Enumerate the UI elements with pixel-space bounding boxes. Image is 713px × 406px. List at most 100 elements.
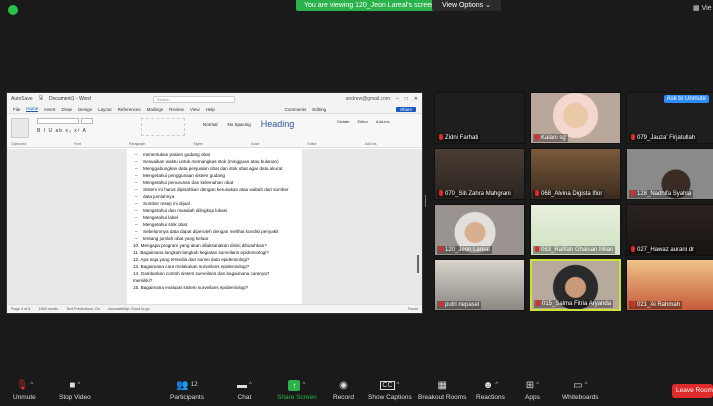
ask-to-unmute-button[interactable]: Ask to Unmute: [663, 95, 709, 103]
document-line: Mengetahui stok obat: [133, 221, 296, 228]
account-name[interactable]: andrew@gmail.com: [346, 96, 390, 102]
participant-tile[interactable]: putri nepasel: [434, 259, 525, 311]
document-line: Mengetahui dan masalah dilingkup lokasi: [133, 207, 296, 214]
participant-tile[interactable]: 063_Rafifah Ghaisan Milan: [530, 204, 621, 256]
font-name-select[interactable]: [37, 118, 79, 124]
participant-tile[interactable]: 120_Jeon Lareal: [434, 204, 525, 256]
style-heading[interactable]: Heading: [261, 119, 295, 129]
participant-tile[interactable]: Ask to Unmute 079_Jauza' Firjatullah: [626, 92, 713, 144]
document-page[interactable]: menentukan pasien gudang obatSesuaikan w…: [127, 149, 302, 305]
mic-muted-icon: [439, 190, 443, 197]
share-screen-icon: ↑: [288, 379, 301, 391]
participant-tile[interactable]: 128_Nadhifa Syahla: [626, 148, 713, 200]
participant-tile[interactable]: 015_Salma Fitria Aryanda: [530, 259, 621, 311]
participants-button[interactable]: 👥 12 Participants: [170, 378, 204, 402]
ribbon-tools: Dictate Editor Add-ins: [337, 119, 389, 124]
whiteboards-button[interactable]: ▭ ^ Whiteboards: [562, 378, 599, 402]
editing-button[interactable]: Editing: [312, 107, 326, 112]
minimize-icon[interactable]: –: [396, 96, 399, 102]
participants-icon: 👥: [176, 379, 189, 391]
menu-home[interactable]: Home: [26, 106, 39, 112]
show-captions-button[interactable]: CC ^ Show Captions: [368, 378, 412, 401]
editor-button[interactable]: Editor: [357, 119, 367, 124]
word-status-bar: Page 4 of 5 1963 words Text Predictions:…: [7, 304, 422, 313]
chevron-up-icon[interactable]: ^: [585, 382, 588, 388]
mic-muted-icon: [631, 301, 635, 308]
view-options-button[interactable]: View Options ⌄: [432, 0, 501, 11]
focus-button[interactable]: Focus: [408, 307, 418, 311]
style-no-spacing[interactable]: No Spacing: [228, 122, 251, 127]
menu-insert[interactable]: Insert: [44, 107, 55, 112]
chevron-up-icon[interactable]: ^: [302, 382, 305, 388]
apps-button[interactable]: ⊞ ^ Apps: [525, 378, 540, 402]
word-share-button[interactable]: Share: [395, 106, 416, 112]
mic-muted-icon: [439, 301, 443, 308]
participant-name: 021_Ai Rahmah: [629, 301, 683, 309]
chevron-up-icon[interactable]: ^: [77, 382, 80, 388]
view-button[interactable]: ▦ Vie: [693, 4, 712, 12]
breakout-rooms-button[interactable]: ▦ Breakout Rooms: [418, 378, 466, 402]
document-line: Sumber resep ini dijual: [133, 200, 296, 207]
meeting-toolbar: 🎙 ^ Unmute ■ ^ Stop Video 👥 12 Participants…: [0, 372, 713, 406]
record-button[interactable]: ◉ Record: [333, 378, 354, 402]
mic-muted-icon: [535, 246, 539, 253]
search-box[interactable]: Search: [152, 95, 235, 103]
panel-resize-handle[interactable]: [425, 195, 426, 207]
maximize-icon[interactable]: □: [405, 96, 408, 102]
chevron-up-icon[interactable]: ^: [30, 382, 33, 388]
encryption-shield-icon[interactable]: [8, 5, 18, 15]
menu-file[interactable]: File: [13, 107, 20, 112]
document-line: menentukan pasien gudang obat: [133, 151, 296, 158]
mic-muted-icon: [631, 190, 635, 197]
style-normal[interactable]: Normal: [203, 122, 218, 127]
autosave-toggle[interactable]: AutoSave: [11, 96, 33, 102]
document-line: Sebelumnya data dapat diperoleh dengan m…: [133, 228, 296, 235]
format-buttons[interactable]: B I U ab x₂ x² A: [37, 128, 87, 134]
share-screen-button[interactable]: ↑ ^ Share Screen: [277, 378, 317, 401]
comments-button[interactable]: Comments: [285, 107, 307, 112]
dictate-button[interactable]: Dictate: [337, 119, 349, 124]
menu-references[interactable]: References: [118, 107, 141, 112]
stop-video-button[interactable]: ■ ^ Stop Video: [59, 378, 91, 402]
reactions-button[interactable]: ☻ ^ Reactions: [476, 378, 505, 402]
chevron-up-icon[interactable]: ^: [536, 382, 539, 388]
paragraph-tools[interactable]: [141, 118, 185, 136]
chevron-up-icon[interactable]: ^: [397, 382, 400, 388]
menu-view[interactable]: View: [190, 107, 200, 112]
menu-mailings[interactable]: Mailings: [147, 107, 164, 112]
participant-tile[interactable]: 021_Ai Rahmah: [626, 259, 713, 311]
document-line: tentang jumlah obat yang keluar: [133, 235, 296, 242]
chevron-up-icon[interactable]: ^: [249, 382, 252, 388]
mic-muted-icon: [535, 134, 539, 141]
save-icon[interactable]: 🖫: [39, 95, 43, 103]
participant-name: 015_Salma Fitria Aryanda: [534, 300, 614, 308]
participant-name: 068_Alvina Digista Ifior: [533, 190, 605, 198]
unmute-button[interactable]: 🎙 ^ Unmute: [13, 378, 36, 402]
reactions-icon: ☻: [482, 379, 494, 391]
document-line: 11. Bagaimana langkah-langkah kegiatan s…: [133, 250, 269, 255]
menu-help[interactable]: Help: [206, 107, 215, 112]
document-line: memiliki?: [133, 278, 153, 283]
menu-design[interactable]: Design: [78, 107, 92, 112]
document-scrollbar[interactable]: [417, 255, 419, 273]
participant-tile[interactable]: 068_Alvina Digista Ifior: [530, 148, 621, 200]
close-icon[interactable]: ✕: [414, 96, 418, 102]
font-size-select[interactable]: [81, 118, 93, 124]
menu-draw[interactable]: Draw: [62, 107, 73, 112]
chevron-up-icon[interactable]: ^: [495, 382, 498, 388]
participant-tile[interactable]: 070_Siti Zahra Mahgrani: [434, 148, 525, 200]
menu-layout[interactable]: Layout: [98, 107, 112, 112]
word-ribbon: B I U ab x₂ x² A Normal No Spacing Headi…: [7, 114, 422, 148]
leave-room-button[interactable]: Leave Room: [672, 384, 713, 398]
document-line: Sesuaikan waktu untuk memangkas stok (mi…: [133, 158, 296, 165]
participant-tile[interactable]: 027_Hawaz aurani dr: [626, 204, 713, 256]
participant-tile[interactable]: Kalani sg: [530, 92, 621, 144]
participant-name: 063_Rafifah Ghaisan Milan: [533, 246, 616, 254]
menu-review[interactable]: Review: [169, 107, 184, 112]
document-line: 12. Apa saja yang tersedia dari survei d…: [133, 257, 250, 262]
addins-button[interactable]: Add-ins: [376, 119, 390, 124]
chat-button[interactable]: ▬ ^ Chat: [237, 378, 252, 402]
participant-tile[interactable]: Zidni Farhati: [434, 92, 525, 144]
paste-icon[interactable]: [11, 118, 29, 138]
sharing-banner: You are viewing 120_Jeon Lareal's screen: [296, 0, 444, 11]
